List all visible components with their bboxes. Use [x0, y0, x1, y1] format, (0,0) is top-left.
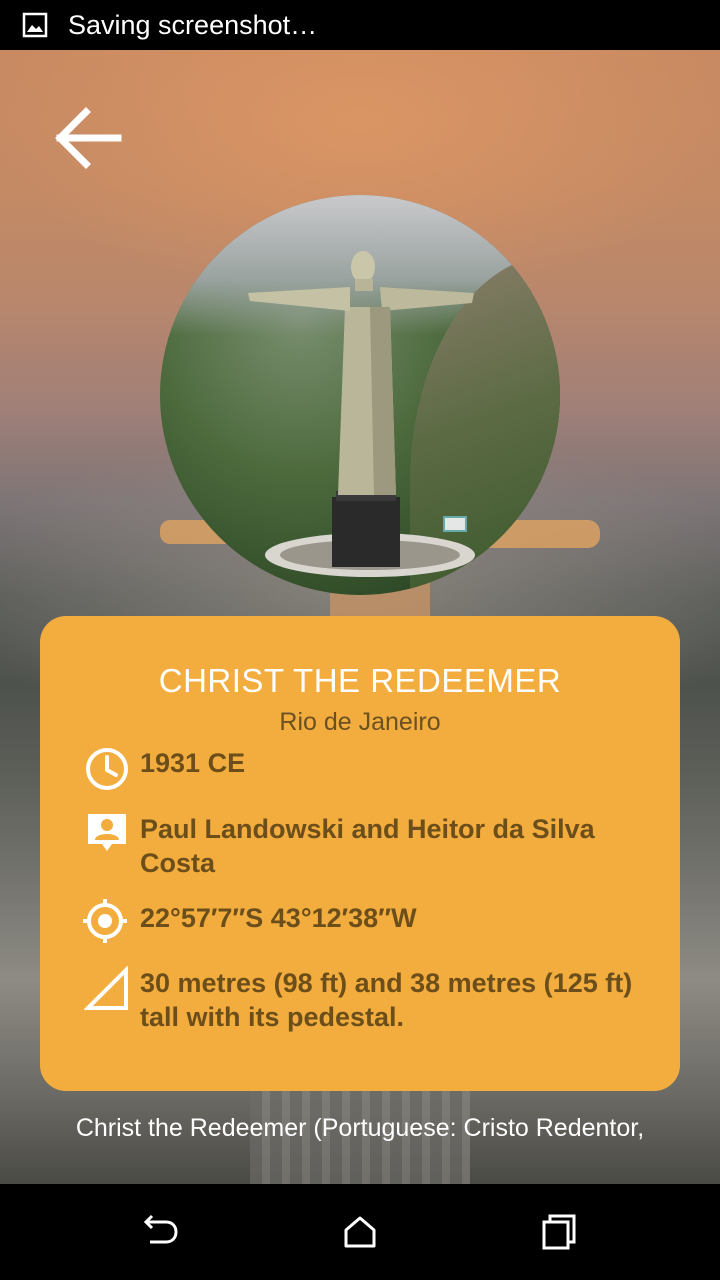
completion-date: 1931 CE — [140, 748, 246, 778]
designers: Paul Landowski and Heitor da Silva Costa — [140, 814, 595, 878]
coordinates: 22°57′7″S 43°12′38″W — [140, 903, 417, 933]
description-text: Christ the Redeemer (Portuguese: Cristo … — [75, 1114, 645, 1142]
triangle-ruler-icon — [84, 966, 128, 1010]
location-target-icon — [83, 899, 127, 943]
back-button[interactable] — [52, 100, 128, 176]
statue-photo — [160, 195, 560, 595]
nav-recents-icon[interactable] — [540, 1212, 580, 1252]
info-card: CHRIST THE REDEEMER Rio de Janeiro 1931 … — [40, 616, 680, 1091]
height-info: 30 metres (98 ft) and 38 metres (125 ft)… — [140, 968, 633, 1032]
navigation-bar — [0, 1184, 720, 1280]
image-icon — [22, 12, 48, 38]
clock-icon — [86, 748, 128, 790]
monument-title: CHRIST THE REDEEMER — [158, 662, 562, 699]
arrow-left-icon — [55, 107, 122, 169]
person-badge-icon — [88, 814, 126, 851]
nav-back-icon[interactable] — [140, 1212, 180, 1252]
nav-home-icon[interactable] — [340, 1212, 380, 1252]
status-bar: Saving screenshot… — [0, 0, 720, 50]
monument-location: Rio de Janeiro — [279, 708, 441, 736]
status-text: Saving screenshot… — [68, 10, 318, 40]
